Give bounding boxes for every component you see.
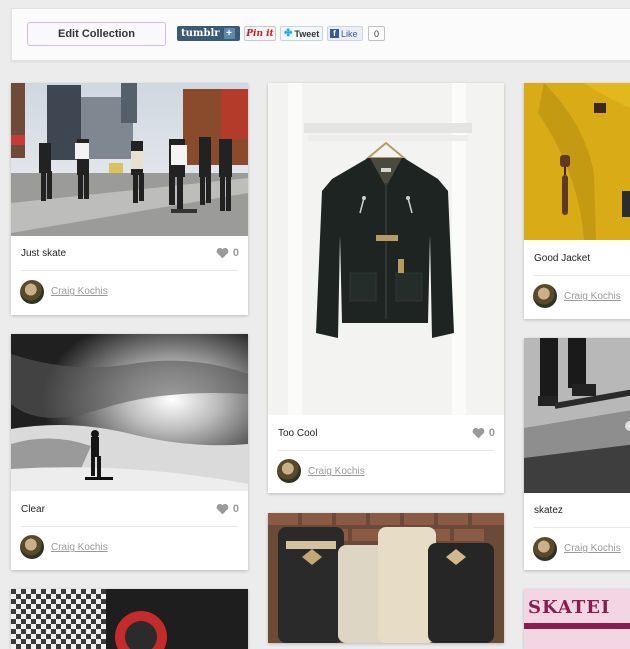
plus-icon: + — [223, 28, 235, 39]
like-count: 0 — [488, 427, 495, 439]
divider — [21, 526, 238, 527]
pin-image[interactable] — [11, 334, 248, 491]
divider — [534, 275, 630, 276]
author-link[interactable]: Craig Kochis — [308, 466, 365, 477]
pin-image[interactable] — [268, 83, 504, 415]
like-counter[interactable]: 0 — [472, 427, 495, 439]
divider — [534, 527, 630, 528]
heart-icon — [472, 427, 485, 439]
divider — [21, 270, 238, 271]
like-counter[interactable]: 0 — [216, 247, 239, 259]
pin-card[interactable]: Just skate 0 Craig Kochis — [11, 83, 248, 315]
tweet-label: Tweet — [294, 28, 320, 39]
pinit-button[interactable]: Pin it — [244, 26, 276, 41]
author-avatar[interactable] — [277, 459, 301, 483]
pin-image[interactable] — [11, 83, 248, 236]
pin-card[interactable] — [268, 513, 504, 643]
author-avatar[interactable] — [20, 535, 44, 559]
edit-collection-button[interactable]: Edit Collection — [27, 22, 166, 46]
pin-image[interactable]: SKATEI — [524, 589, 630, 649]
author-link[interactable]: Craig Kochis — [564, 543, 621, 554]
tumblr-label: tumblr — [181, 28, 220, 39]
author-avatar[interactable] — [533, 537, 557, 561]
pin-caption: Just skate — [21, 248, 67, 259]
pin-image[interactable] — [524, 338, 630, 493]
pin-image[interactable] — [268, 513, 504, 643]
pin-card[interactable] — [11, 589, 248, 649]
like-counter[interactable]: 0 — [216, 503, 239, 515]
author-link[interactable]: Craig Kochis — [51, 542, 108, 553]
twitter-bird-icon: ✤ — [284, 28, 293, 39]
tumblr-share-button[interactable]: tumblr + — [177, 26, 240, 41]
pin-caption: Clear — [21, 504, 45, 515]
pin-image[interactable] — [524, 83, 630, 240]
pin-image[interactable] — [11, 589, 248, 649]
pin-card[interactable]: Too Cool 0 Craig Kochis — [268, 83, 504, 493]
divider — [278, 450, 494, 451]
author-link[interactable]: Craig Kochis — [564, 291, 621, 302]
pin-caption: Good Jacket — [534, 253, 591, 264]
pin-card[interactable]: Good Jacket Craig Kochis — [524, 83, 630, 319]
facebook-like-button[interactable]: f Like — [327, 26, 363, 41]
pin-caption: skatez — [534, 505, 563, 516]
pin-card[interactable]: skatez Craig Kochis — [524, 338, 630, 570]
like-label: Like — [341, 28, 358, 39]
like-count: 0 — [232, 503, 239, 515]
pin-card[interactable]: Clear 0 Craig Kochis — [11, 334, 248, 570]
pin-caption: Too Cool — [278, 428, 318, 439]
like-count: 0 — [232, 247, 239, 259]
collection-toolbar: Edit Collection tumblr + Pin it ✤ Tweet … — [11, 8, 630, 61]
heart-icon — [216, 503, 229, 515]
heart-icon — [216, 247, 229, 259]
facebook-icon: f — [330, 29, 339, 38]
tweet-button[interactable]: ✤ Tweet — [280, 26, 323, 41]
author-avatar[interactable] — [533, 284, 557, 308]
author-link[interactable]: Craig Kochis — [51, 286, 108, 297]
like-count-badge: 0 — [368, 26, 385, 41]
sign-stripe — [524, 623, 630, 629]
author-avatar[interactable] — [20, 280, 44, 304]
sign-text: SKATEI — [528, 597, 611, 618]
pin-card[interactable]: SKATEI — [524, 589, 630, 649]
